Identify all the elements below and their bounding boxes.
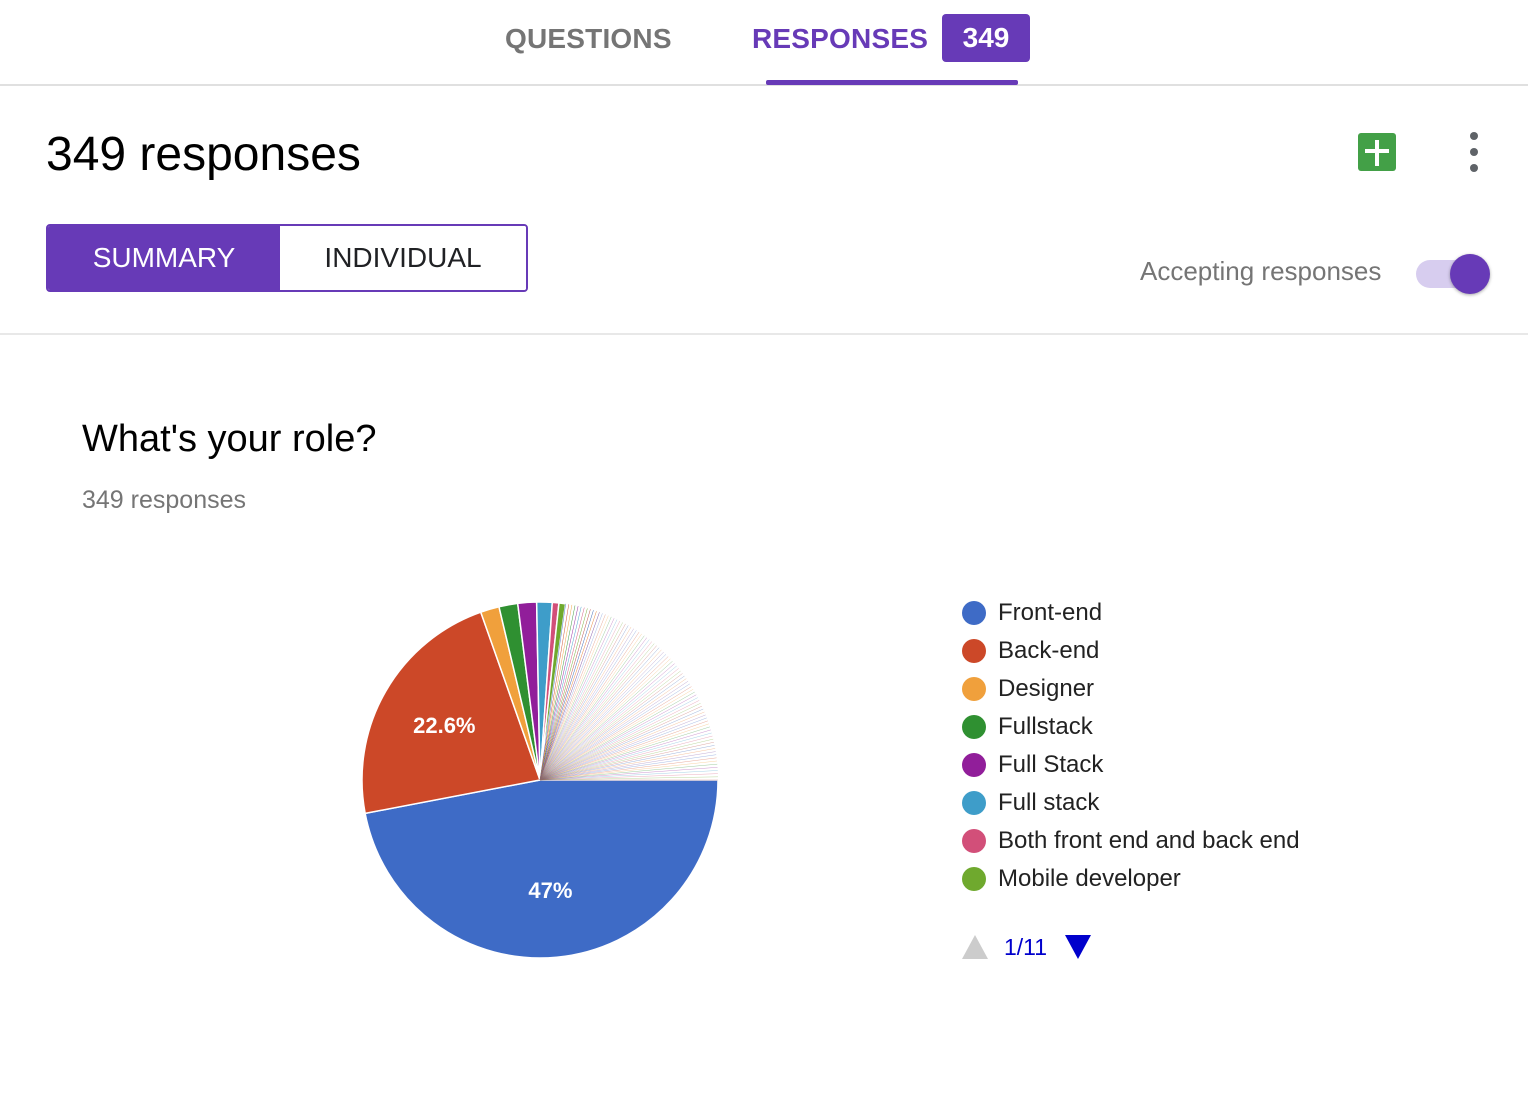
pie-slice-other <box>539 665 677 781</box>
legend-label: Full stack <box>998 789 1100 816</box>
legend-swatch <box>962 639 986 663</box>
legend-swatch <box>962 677 986 701</box>
legend-swatch <box>962 753 986 777</box>
legend-next-arrow-icon[interactable] <box>1065 935 1092 959</box>
legend-swatch <box>962 867 986 891</box>
legend-label: Fullstack <box>998 713 1093 740</box>
pie-slice-other <box>539 663 675 781</box>
tab-responses[interactable]: RESPONSES <box>752 22 928 56</box>
section-divider <box>0 333 1528 335</box>
legend-item[interactable]: Both front end and back end <box>962 822 1300 860</box>
pie-slice-front-end[interactable] <box>364 779 719 959</box>
legend-label: Both front end and back end <box>998 827 1300 854</box>
summary-button[interactable]: SUMMARY <box>48 226 280 290</box>
legend-label: Back-end <box>998 637 1100 664</box>
active-tab-indicator <box>766 80 1018 85</box>
legend-page-indicator: 1/11 <box>1004 933 1048 960</box>
legend-item[interactable]: Full Stack <box>962 746 1300 784</box>
chart-legend: Front-end Back-end Designer Fullstack Full S… <box>962 594 1300 898</box>
toggle-thumb[interactable] <box>1450 254 1490 294</box>
individual-button[interactable]: INDIVIDUAL <box>280 226 526 290</box>
question-response-count: 349 responses <box>82 486 247 514</box>
legend-item[interactable]: Mobile developer <box>962 860 1300 898</box>
tab-questions[interactable]: QUESTIONS <box>505 22 672 56</box>
pie-chart: 47% 22.6% <box>361 601 719 959</box>
pie-slice-label: 22.6% <box>413 713 475 738</box>
legend-label: Designer <box>998 675 1095 702</box>
more-vert-icon[interactable] <box>1462 130 1486 174</box>
legend-swatch <box>962 601 986 625</box>
legend-label: Full Stack <box>998 751 1104 778</box>
pie-slice-other <box>539 654 667 781</box>
legend-swatch <box>962 791 986 815</box>
accepting-responses-label: Accepting responses <box>1140 256 1382 286</box>
legend-label: Mobile developer <box>998 865 1181 892</box>
google-sheets-icon[interactable] <box>1358 133 1396 171</box>
legend-item[interactable]: Back-end <box>962 632 1300 670</box>
legend-swatch <box>962 829 986 853</box>
responses-count-badge: 349 <box>942 14 1030 62</box>
pie-slice-label: 47% <box>528 878 572 903</box>
page-title: 349 responses <box>46 128 361 181</box>
legend-item[interactable]: Full stack <box>962 784 1300 822</box>
legend-pager: 1/11 <box>962 932 1092 962</box>
legend-label: Front-end <box>998 599 1103 626</box>
legend-swatch <box>962 715 986 739</box>
legend-item[interactable]: Fullstack <box>962 708 1300 746</box>
legend-item[interactable]: Designer <box>962 670 1300 708</box>
legend-prev-arrow-icon <box>962 935 988 959</box>
question-title: What's your role? <box>82 418 377 460</box>
legend-item[interactable]: Front-end <box>962 594 1300 632</box>
view-toggle: SUMMARY INDIVIDUAL <box>46 224 528 292</box>
accepting-responses-toggle[interactable] <box>1416 252 1492 296</box>
top-tab-bar: QUESTIONS RESPONSES 349 <box>0 0 1528 86</box>
